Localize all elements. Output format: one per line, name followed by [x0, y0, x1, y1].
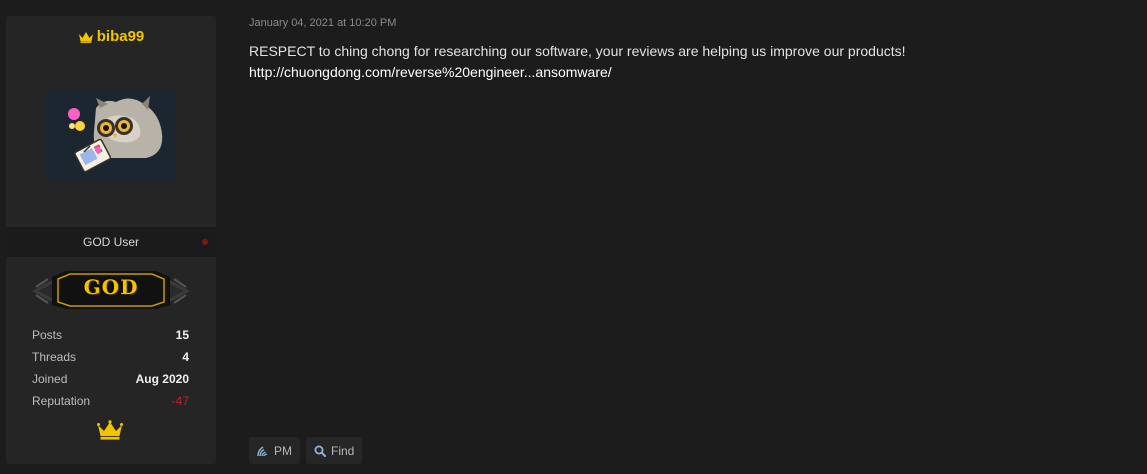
user-group-bar: GOD User	[6, 227, 216, 257]
crown-icon	[78, 31, 94, 43]
username-row: biba99	[6, 28, 216, 45]
post-link[interactable]: http://chuongdong.com/reverse%20engineer…	[249, 62, 612, 83]
stat-value: 4	[182, 350, 189, 364]
crown-icon	[97, 420, 123, 440]
stat-row-reputation: Reputation -47	[32, 390, 189, 412]
avatar[interactable]	[46, 90, 176, 182]
offline-dot-icon	[202, 239, 208, 245]
post-container: biba99 GOD User GOD Posts 15 Threads 4 J…	[0, 0, 1147, 474]
stat-value: Aug 2020	[135, 372, 189, 386]
stat-label: Threads	[32, 350, 77, 364]
stat-label: Reputation	[32, 394, 91, 408]
post-message-text: RESPECT to ching chong for researching o…	[249, 43, 906, 59]
stat-row-threads: Threads 4	[32, 346, 189, 368]
rank-badge: GOD	[32, 269, 190, 311]
post-message: RESPECT to ching chong for researching o…	[249, 41, 1129, 83]
post-date: January 04, 2021 at 10:20 PM	[249, 17, 397, 29]
stat-row-joined: Joined Aug 2020	[32, 368, 189, 390]
username-link[interactable]: biba99	[97, 28, 145, 45]
user-group-label: GOD User	[82, 235, 139, 249]
post-actions: PM Find	[249, 437, 363, 464]
stat-row-posts: Posts 15	[32, 324, 189, 346]
reputation-value-link[interactable]: -47	[172, 394, 189, 408]
search-icon	[314, 445, 326, 457]
user-info-panel: biba99 GOD User GOD Posts 15 Threads 4 J…	[6, 16, 216, 464]
rank-badge-text: GOD	[83, 275, 139, 299]
pm-button-label: PM	[274, 443, 292, 458]
stat-value: 15	[175, 328, 189, 342]
message-icon	[257, 445, 269, 457]
user-stats: Posts 15 Threads 4 Joined Aug 2020 Reput…	[32, 324, 189, 412]
pm-button[interactable]: PM	[249, 437, 300, 464]
find-button-label: Find	[331, 443, 355, 458]
find-button[interactable]: Find	[306, 437, 363, 464]
stat-label: Joined	[32, 372, 68, 386]
stat-label: Posts	[32, 328, 63, 342]
